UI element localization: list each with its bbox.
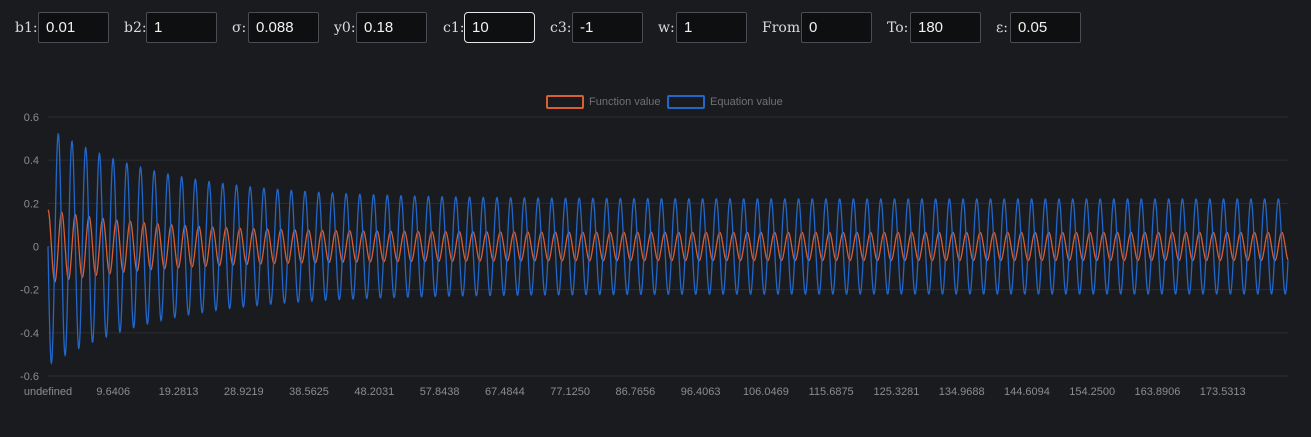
sigma-input[interactable]: [248, 12, 319, 43]
to-input[interactable]: [910, 12, 981, 43]
c1-input[interactable]: [464, 12, 535, 43]
x-tick-label: 86.7656: [615, 386, 655, 398]
y-tick-label: -0.2: [20, 285, 39, 297]
x-tick-label: 106.0469: [743, 386, 789, 398]
chart-legend: Function value Equation value: [546, 95, 783, 109]
c3-input[interactable]: [572, 12, 643, 43]
legend-swatch: [667, 95, 705, 109]
eps-input[interactable]: [1010, 12, 1081, 43]
c1-label: c1:: [443, 20, 465, 36]
w-label: w:: [658, 20, 675, 36]
x-axis: undefined 9.6406 19.2813 28.9219 38.5625 48.2…: [24, 386, 1246, 398]
x-tick-label: undefined: [24, 386, 72, 398]
c3-label: c3:: [550, 20, 572, 36]
from-input[interactable]: [801, 12, 872, 43]
y0-label: y0:: [334, 20, 356, 36]
legend-label: Equation value: [710, 96, 783, 108]
b1-input[interactable]: [38, 12, 109, 43]
sigma-label: σ:: [232, 20, 247, 36]
x-tick-label: 9.6406: [96, 386, 130, 398]
x-tick-label: 57.8438: [420, 386, 460, 398]
w-input[interactable]: [676, 12, 747, 43]
series-lines: [47, 132, 1289, 365]
x-tick-label: 134.9688: [939, 386, 985, 398]
x-tick-label: 48.2031: [354, 386, 394, 398]
oscillation-chart: 0.6 0.4 0.2 0 -0.2 -0.4 -0.6 undefined 9.6406 19…: [20, 95, 1289, 398]
x-tick-label: 115.6875: [809, 386, 854, 398]
x-tick-label: 28.9219: [224, 386, 264, 398]
y-tick-label: 0.6: [24, 112, 39, 124]
x-tick-label: 38.5625: [289, 386, 329, 398]
b2-label: b2:: [124, 20, 147, 36]
x-tick-label: 96.4063: [681, 386, 721, 398]
to-label: To:: [887, 20, 909, 36]
legend-label: Function value: [589, 96, 661, 108]
y-tick-label: 0.4: [24, 155, 39, 167]
y-tick-label: -0.4: [20, 328, 39, 340]
y-tick-label: 0: [33, 242, 39, 254]
y0-input[interactable]: [356, 12, 427, 43]
from-label: From:: [762, 20, 805, 36]
x-tick-label: 77.1250: [550, 386, 590, 398]
parameter-controls: b1: b2: σ: y0: c1: c3: w: From: To: ε:: [0, 12, 1311, 45]
y-tick-label: -0.6: [20, 371, 39, 383]
x-tick-label: 125.3281: [873, 386, 919, 398]
b2-input[interactable]: [146, 12, 217, 43]
legend-swatch: [546, 95, 584, 109]
x-tick-label: 173.5313: [1200, 386, 1246, 398]
x-tick-label: 154.2500: [1069, 386, 1115, 398]
x-tick-label: 163.8906: [1135, 386, 1181, 398]
y-axis: 0.6 0.4 0.2 0 -0.2 -0.4 -0.6: [20, 112, 39, 383]
b1-label: b1:: [15, 20, 38, 36]
eps-label: ε:: [996, 20, 1008, 36]
x-tick-label: 67.4844: [485, 386, 525, 398]
x-tick-label: 19.2813: [159, 386, 199, 398]
y-tick-label: 0.2: [24, 198, 39, 210]
x-tick-label: 144.6094: [1004, 386, 1050, 398]
